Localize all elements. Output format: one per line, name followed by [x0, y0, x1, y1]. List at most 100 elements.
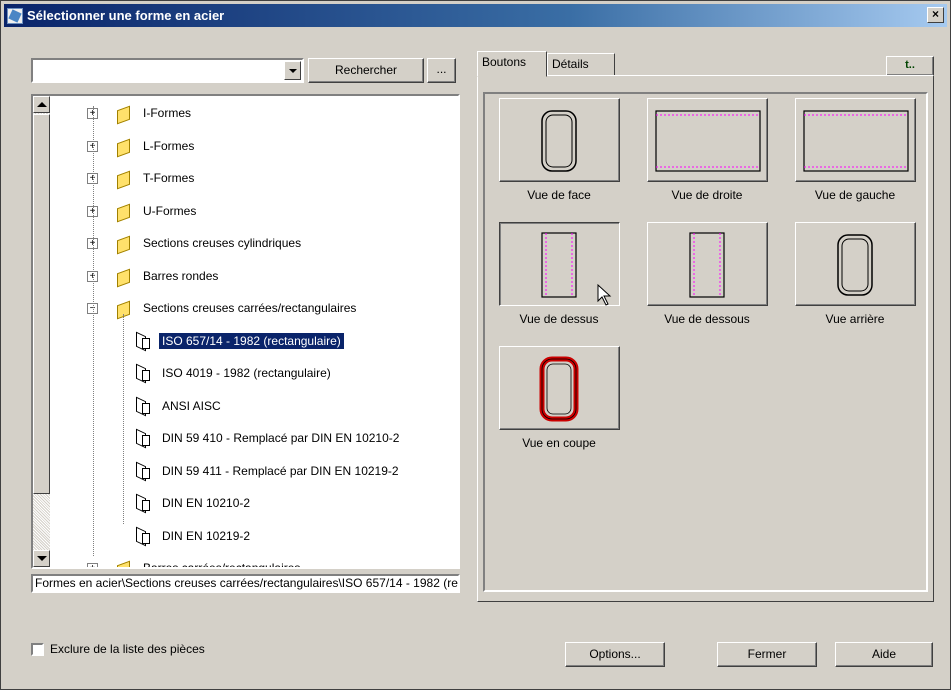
view-label: Vue en coupe [522, 436, 596, 450]
folder-icon [115, 138, 131, 154]
search-button[interactable]: Rechercher [308, 58, 424, 83]
front-view-icon [500, 99, 619, 186]
tree-item-shape[interactable]: ISO 657/14 - 1982 (rectangulaire) [133, 330, 345, 352]
more-button[interactable]: ... [427, 58, 456, 83]
folder-icon [115, 235, 131, 251]
right-view-button[interactable] [646, 98, 768, 182]
exclude-checkbox-row[interactable]: Exclure de la liste des pièces [31, 642, 205, 656]
tree-item-folder[interactable]: + Sections creuses cylindriques [87, 232, 304, 254]
tree-item-folder[interactable]: + I-Formes [87, 102, 194, 124]
chevron-down-icon[interactable] [284, 61, 301, 80]
right-view-icon [648, 99, 767, 186]
view-cell: Vue de dessous [637, 222, 777, 326]
steel-shape-icon [133, 429, 151, 447]
view-label: Vue arrière [825, 312, 885, 326]
tree-item-label: ANSI AISC [162, 398, 221, 413]
section-view-icon [500, 347, 619, 434]
steel-shape-icon [133, 332, 151, 350]
steel-shape-icon [133, 527, 151, 545]
app-icon [7, 7, 23, 24]
left-view-icon [796, 99, 915, 186]
tab-boutons[interactable]: Boutons [477, 51, 547, 77]
scroll-down-button[interactable] [33, 550, 50, 567]
front-view-button[interactable] [498, 98, 620, 182]
folder-icon [115, 560, 131, 567]
dialog-window: Sélectionner une forme en acier × Recher… [0, 0, 951, 690]
tree-item-folder[interactable]: + U-Formes [87, 200, 199, 222]
tree-item-folder[interactable]: + Barres rondes [87, 265, 221, 287]
left-view-button[interactable] [794, 98, 916, 182]
back-view-button[interactable] [794, 222, 916, 306]
tree-item-label: Barres carrées/rectangulaires [143, 561, 301, 569]
section-view-button[interactable] [498, 346, 620, 430]
tree-item-shape[interactable]: ANSI AISC [133, 395, 224, 417]
title-bar[interactable]: Sélectionner une forme en acier × [4, 4, 947, 27]
view-buttons-area: Vue de face Vue de droite Vue de gauche Vue… [483, 92, 928, 592]
tree-item-label: Sections creuses cylindriques [143, 236, 302, 250]
back-view-icon [796, 223, 915, 310]
tree-connector [93, 106, 94, 556]
up-arrow-icon: t.. [905, 59, 915, 71]
view-cell: Vue de dessus [489, 222, 629, 326]
up-level-button[interactable]: t.. [886, 56, 934, 76]
tree-item-label: Sections creuses carrées/rectangulaires [143, 301, 357, 315]
expand-icon[interactable]: + [87, 563, 98, 567]
tree-item-label: DIN EN 10219-2 [162, 528, 251, 543]
tree-scrollbar[interactable] [33, 96, 50, 567]
view-label: Vue de droite [671, 188, 743, 202]
tree-item-shape[interactable]: DIN 59 411 - Remplacé par DIN EN 10219-2 [133, 460, 402, 482]
tree-item-folder[interactable]: + L-Formes [87, 135, 197, 157]
tree-item-shape[interactable]: DIN EN 10219-2 [133, 525, 253, 547]
view-label: Vue de dessous [664, 312, 750, 326]
view-cell: Vue arrière [785, 222, 925, 326]
steel-shape-icon [133, 494, 151, 512]
tree-item-shape[interactable]: ISO 4019 - 1982 (rectangulaire) [133, 362, 334, 384]
close-button[interactable]: × [927, 7, 944, 23]
tab-details[interactable]: Détails [547, 53, 615, 76]
view-cell: Vue de droite [637, 98, 777, 202]
tree-item-label: DIN 59 411 - Remplacé par DIN EN 10219-2 [162, 463, 399, 478]
view-cell: Vue de gauche [785, 98, 925, 202]
tree-item-folder[interactable]: + Barres carrées/rectangulaires [87, 557, 303, 569]
folder-icon [115, 170, 131, 186]
steel-shape-icon [133, 364, 151, 382]
close-dialog-button[interactable]: Fermer [717, 642, 817, 667]
steel-shape-icon [133, 397, 151, 415]
scroll-up-button[interactable] [33, 96, 50, 113]
path-bar: Formes en acier\Sections creuses carrées… [31, 574, 460, 593]
tree-item-label: I-Formes [143, 106, 191, 120]
tree-item-label: L-Formes [143, 138, 195, 153]
search-input[interactable] [35, 62, 283, 80]
exclude-label: Exclure de la liste des pièces [50, 642, 205, 656]
tree-item-shape[interactable]: DIN EN 10210-2 [133, 492, 253, 514]
search-combo[interactable] [31, 58, 304, 83]
view-label: Vue de dessus [519, 312, 599, 326]
view-label: Vue de face [527, 188, 591, 202]
scroll-thumb[interactable] [33, 114, 50, 494]
steel-shape-icon [133, 462, 151, 480]
folder-icon [115, 105, 131, 121]
bottom-view-icon [648, 223, 767, 310]
bottom-view-button[interactable] [646, 222, 768, 306]
exclude-checkbox[interactable] [31, 642, 44, 656]
tree-item-label: DIN EN 10210-2 [162, 496, 251, 510]
shape-tree[interactable]: + I-Formes + L-Formes + T-Formes + U-Formes + Sec… [31, 94, 460, 569]
tree-item-folder[interactable]: − Sections creuses carrées/rectangulaires [87, 297, 359, 319]
tree-item-label: ISO 657/14 - 1982 (rectangulaire) [158, 331, 345, 350]
view-label: Vue de gauche [814, 188, 896, 202]
help-button[interactable]: Aide [835, 642, 933, 667]
options-button[interactable]: Options... [565, 642, 665, 667]
view-cell: Vue en coupe [489, 346, 629, 450]
tree-connector [123, 314, 124, 524]
tree-item-label: U-Formes [143, 203, 197, 218]
folder-icon [115, 268, 131, 284]
window-title: Sélectionner une forme en acier [27, 8, 225, 23]
tree-item-label: Barres rondes [143, 268, 219, 283]
top-view-icon [500, 223, 619, 310]
tree-item-folder[interactable]: + T-Formes [87, 167, 197, 189]
tree-item-label: T-Formes [143, 171, 195, 185]
tree-item-shape[interactable]: DIN 59 410 - Remplacé par DIN EN 10210-2 [133, 427, 402, 449]
tree-item-label: ISO 4019 - 1982 (rectangulaire) [162, 366, 331, 380]
top-view-button[interactable] [498, 222, 620, 306]
tree-item-label: DIN 59 410 - Remplacé par DIN EN 10210-2 [162, 431, 400, 445]
